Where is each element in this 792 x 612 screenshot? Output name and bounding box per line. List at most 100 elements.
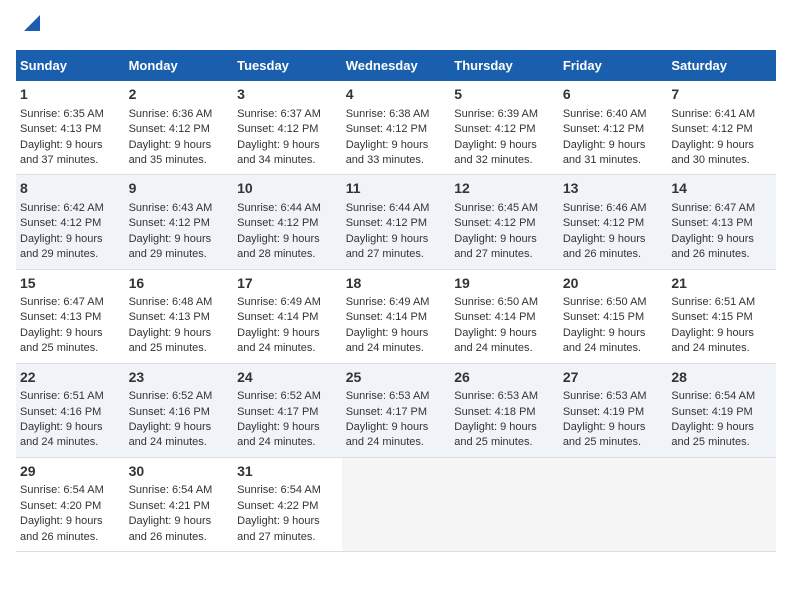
daylight-text: Daylight: 9 hours and 27 minutes. bbox=[237, 515, 320, 542]
sunset-text: Sunset: 4:13 PM bbox=[671, 217, 752, 229]
sunrise-text: Sunrise: 6:44 AM bbox=[346, 202, 430, 214]
day-number: 25 bbox=[346, 368, 447, 388]
sunrise-text: Sunrise: 6:49 AM bbox=[237, 296, 321, 308]
daylight-text: Daylight: 9 hours and 25 minutes. bbox=[129, 327, 212, 354]
sunrise-text: Sunrise: 6:53 AM bbox=[563, 390, 647, 402]
daylight-text: Daylight: 9 hours and 25 minutes. bbox=[20, 327, 103, 354]
sunrise-text: Sunrise: 6:53 AM bbox=[346, 390, 430, 402]
daylight-text: Daylight: 9 hours and 27 minutes. bbox=[346, 233, 429, 260]
daylight-text: Daylight: 9 hours and 24 minutes. bbox=[346, 421, 429, 448]
sunset-text: Sunset: 4:12 PM bbox=[563, 217, 644, 229]
sunrise-text: Sunrise: 6:54 AM bbox=[129, 484, 213, 496]
day-number: 21 bbox=[671, 274, 772, 294]
sunrise-text: Sunrise: 6:54 AM bbox=[20, 484, 104, 496]
daylight-text: Daylight: 9 hours and 29 minutes. bbox=[129, 233, 212, 260]
daylight-text: Daylight: 9 hours and 24 minutes. bbox=[237, 327, 320, 354]
calendar-cell: 11Sunrise: 6:44 AMSunset: 4:12 PMDayligh… bbox=[342, 175, 451, 269]
sunrise-text: Sunrise: 6:36 AM bbox=[129, 108, 213, 120]
sunrise-text: Sunrise: 6:54 AM bbox=[671, 390, 755, 402]
week-row-3: 15Sunrise: 6:47 AMSunset: 4:13 PMDayligh… bbox=[16, 269, 776, 363]
calendar-cell: 1Sunrise: 6:35 AMSunset: 4:13 PMDaylight… bbox=[16, 81, 125, 175]
calendar-cell: 14Sunrise: 6:47 AMSunset: 4:13 PMDayligh… bbox=[667, 175, 776, 269]
sunrise-text: Sunrise: 6:51 AM bbox=[671, 296, 755, 308]
sunrise-text: Sunrise: 6:52 AM bbox=[129, 390, 213, 402]
day-header-friday: Friday bbox=[559, 50, 668, 81]
sunrise-text: Sunrise: 6:39 AM bbox=[454, 108, 538, 120]
daylight-text: Daylight: 9 hours and 26 minutes. bbox=[563, 233, 646, 260]
daylight-text: Daylight: 9 hours and 25 minutes. bbox=[563, 421, 646, 448]
sunset-text: Sunset: 4:19 PM bbox=[563, 406, 644, 418]
daylight-text: Daylight: 9 hours and 31 minutes. bbox=[563, 139, 646, 166]
sunset-text: Sunset: 4:14 PM bbox=[346, 311, 427, 323]
day-number: 19 bbox=[454, 274, 555, 294]
sunset-text: Sunset: 4:12 PM bbox=[671, 123, 752, 135]
day-number: 4 bbox=[346, 85, 447, 105]
daylight-text: Daylight: 9 hours and 32 minutes. bbox=[454, 139, 537, 166]
calendar-cell bbox=[667, 457, 776, 551]
sunset-text: Sunset: 4:12 PM bbox=[129, 123, 210, 135]
sunrise-text: Sunrise: 6:50 AM bbox=[454, 296, 538, 308]
sunset-text: Sunset: 4:16 PM bbox=[20, 406, 101, 418]
calendar-cell: 4 Sunrise: 6:38 AM Sunset: 4:12 PM Daylight… bbox=[342, 81, 451, 175]
sunset-text: Sunset: 4:12 PM bbox=[237, 123, 318, 135]
calendar-cell bbox=[450, 457, 559, 551]
daylight-text: Daylight: 9 hours and 28 minutes. bbox=[237, 233, 320, 260]
daylight-text: Daylight: 9 hours and 24 minutes. bbox=[237, 421, 320, 448]
sunset-text: Sunset: 4:14 PM bbox=[454, 311, 535, 323]
calendar-cell: 3Sunrise: 6:37 AMSunset: 4:12 PMDaylight… bbox=[233, 81, 342, 175]
sunrise-text: Sunrise: 6:48 AM bbox=[129, 296, 213, 308]
daylight-text: Daylight: 9 hours and 34 minutes. bbox=[237, 139, 320, 166]
sunrise-text: Sunrise: 6:40 AM bbox=[563, 108, 647, 120]
calendar-cell: 5Sunrise: 6:39 AMSunset: 4:12 PMDaylight… bbox=[450, 81, 559, 175]
sunset-text: Sunset: 4:20 PM bbox=[20, 500, 101, 512]
calendar-cell: 23Sunrise: 6:52 AMSunset: 4:16 PMDayligh… bbox=[125, 363, 234, 457]
day-number: 22 bbox=[20, 368, 121, 388]
sunrise-text: Sunrise: 6:45 AM bbox=[454, 202, 538, 214]
day-number: 27 bbox=[563, 368, 664, 388]
daylight-text: Daylight: 9 hours and 24 minutes. bbox=[671, 327, 754, 354]
calendar-cell: 20Sunrise: 6:50 AMSunset: 4:15 PMDayligh… bbox=[559, 269, 668, 363]
calendar-cell: 29Sunrise: 6:54 AMSunset: 4:20 PMDayligh… bbox=[16, 457, 125, 551]
calendar-cell: 17Sunrise: 6:49 AMSunset: 4:14 PMDayligh… bbox=[233, 269, 342, 363]
sunrise-text: Sunrise: 6:47 AM bbox=[20, 296, 104, 308]
day-number: 9 bbox=[129, 179, 230, 199]
calendar-table: SundayMondayTuesdayWednesdayThursdayFrid… bbox=[16, 50, 776, 552]
calendar-cell: 26Sunrise: 6:53 AMSunset: 4:18 PMDayligh… bbox=[450, 363, 559, 457]
calendar-cell: 9Sunrise: 6:43 AMSunset: 4:12 PMDaylight… bbox=[125, 175, 234, 269]
calendar-cell: 30Sunrise: 6:54 AMSunset: 4:21 PMDayligh… bbox=[125, 457, 234, 551]
header bbox=[16, 16, 776, 40]
day-number: 10 bbox=[237, 179, 338, 199]
sunrise-text: Sunrise: 6:38 AM bbox=[346, 108, 430, 120]
day-number: 31 bbox=[237, 462, 338, 482]
sunset-text: Sunset: 4:12 PM bbox=[346, 123, 427, 135]
sunset-text: Sunset: 4:13 PM bbox=[20, 123, 101, 135]
week-row-4: 22Sunrise: 6:51 AMSunset: 4:16 PMDayligh… bbox=[16, 363, 776, 457]
sunset-text: Sunset: 4:21 PM bbox=[129, 500, 210, 512]
calendar-cell: 27 Sunrise: 6:53 AM Sunset: 4:19 PM Dayligh… bbox=[559, 363, 668, 457]
daylight-text: Daylight: 9 hours and 33 minutes. bbox=[346, 139, 429, 166]
sunset-text: Sunset: 4:15 PM bbox=[671, 311, 752, 323]
daylight-text: Daylight: 9 hours and 37 minutes. bbox=[20, 139, 103, 166]
calendar-cell: 22Sunrise: 6:51 AMSunset: 4:16 PMDayligh… bbox=[16, 363, 125, 457]
sunset-text: Sunset: 4:12 PM bbox=[454, 123, 535, 135]
day-number: 28 bbox=[671, 368, 772, 388]
day-header-sunday: Sunday bbox=[16, 50, 125, 81]
calendar-cell: 10Sunrise: 6:44 AMSunset: 4:12 PMDayligh… bbox=[233, 175, 342, 269]
day-number: 23 bbox=[129, 368, 230, 388]
day-number: 18 bbox=[346, 274, 447, 294]
day-header-monday: Monday bbox=[125, 50, 234, 81]
day-header-tuesday: Tuesday bbox=[233, 50, 342, 81]
daylight-text: Daylight: 9 hours and 24 minutes. bbox=[346, 327, 429, 354]
day-number: 24 bbox=[237, 368, 338, 388]
sunrise-text: Sunrise: 6:49 AM bbox=[346, 296, 430, 308]
daylight-text: Daylight: 9 hours and 24 minutes. bbox=[563, 327, 646, 354]
sunset-text: Sunset: 4:18 PM bbox=[454, 406, 535, 418]
daylight-text: Daylight: 9 hours and 27 minutes. bbox=[454, 233, 537, 260]
sunset-text: Sunset: 4:12 PM bbox=[20, 217, 101, 229]
calendar-cell: 13Sunrise: 6:46 AMSunset: 4:12 PMDayligh… bbox=[559, 175, 668, 269]
day-number: 12 bbox=[454, 179, 555, 199]
calendar-cell: 8Sunrise: 6:42 AMSunset: 4:12 PMDaylight… bbox=[16, 175, 125, 269]
sunset-text: Sunset: 4:12 PM bbox=[237, 217, 318, 229]
day-number: 3 bbox=[237, 85, 338, 105]
sunset-text: Sunset: 4:12 PM bbox=[563, 123, 644, 135]
